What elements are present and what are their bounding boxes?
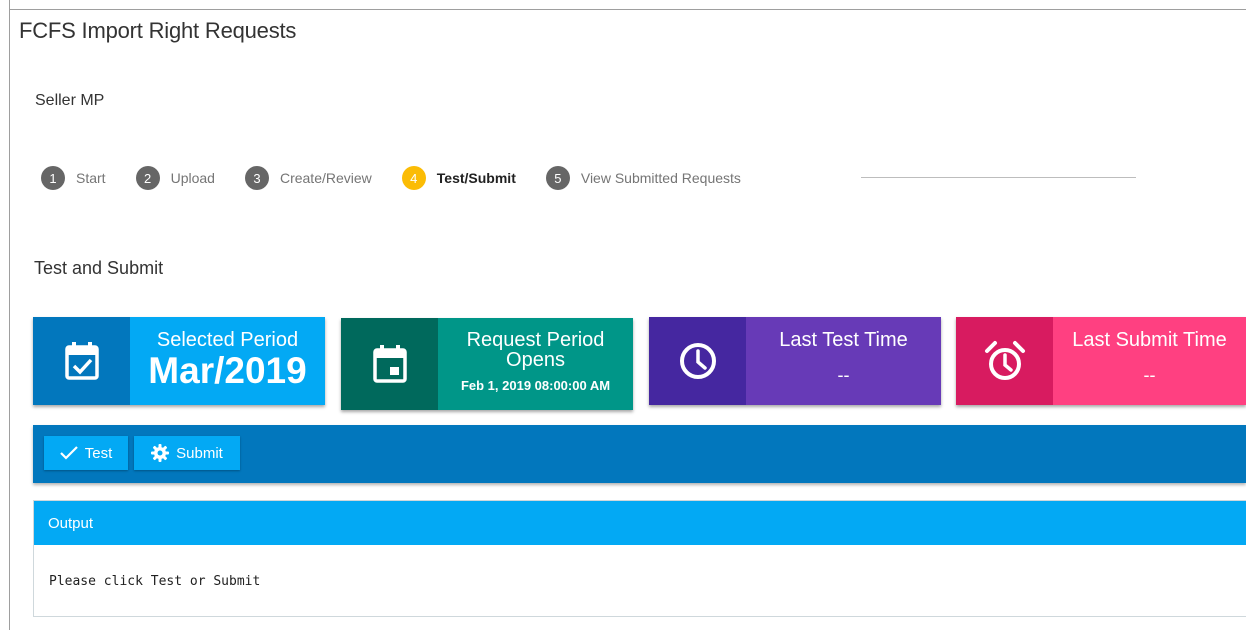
step-view-submitted[interactable]: 5 View Submitted Requests — [545, 166, 741, 190]
section-title: Test and Submit — [34, 258, 164, 278]
request-period-card: Request Period Opens Feb 1, 2019 08:00:0… — [341, 318, 633, 410]
request-period-value: Feb 1, 2019 08:00:00 AM — [460, 378, 611, 393]
last-submit-time-card: Last Submit Time -- — [956, 317, 1246, 405]
submit-button-label: Submit — [176, 444, 223, 462]
step-test-submit[interactable]: 4 Test/Submit — [401, 166, 516, 190]
test-button-label: Test — [84, 444, 113, 462]
page-subtitle: Seller MP — [35, 92, 105, 109]
alarm-clock-icon — [956, 317, 1053, 405]
last-test-time-value: -- — [837, 365, 850, 385]
frame-top-border — [9, 9, 1246, 10]
selected-period-body: Selected Period Mar/2019 — [130, 317, 325, 405]
last-submit-time-body: Last Submit Time -- — [1053, 317, 1246, 405]
request-period-body: Request Period Opens Feb 1, 2019 08:00:0… — [438, 318, 633, 410]
calendar-check-icon — [33, 317, 130, 405]
last-submit-time-label: Last Submit Time — [1072, 329, 1227, 351]
gear-icon — [151, 444, 170, 462]
step-number: 4 — [401, 166, 426, 190]
test-button[interactable]: Test — [44, 436, 128, 470]
selected-period-label: Selected Period — [156, 329, 299, 351]
selected-period-value: Mar/2019 — [148, 350, 307, 391]
step-create-review[interactable]: 3 Create/Review — [244, 166, 372, 190]
step-number: 3 — [244, 166, 269, 190]
checkmark-icon — [59, 446, 78, 460]
request-period-label: Request Period Opens — [466, 329, 605, 371]
step-label: Create/Review — [279, 170, 372, 186]
step-upload[interactable]: 2 Upload — [135, 166, 215, 190]
stepper-connector-line — [861, 177, 1136, 178]
step-label: View Submitted Requests — [580, 170, 741, 186]
output-text: Please click Test or Submit — [49, 574, 261, 589]
page-title: FCFS Import Right Requests — [19, 18, 297, 43]
last-test-time-label: Last Test Time — [779, 329, 908, 351]
step-number: 2 — [135, 166, 160, 190]
output-panel: Output Please click Test or Submit — [33, 500, 1246, 617]
step-label: Start — [76, 170, 106, 186]
step-label: Test/Submit — [436, 170, 516, 186]
stepper: 1 Start 2 Upload 3 Create/Review 4 Test/… — [41, 166, 771, 190]
last-submit-time-value: -- — [1143, 365, 1156, 385]
last-test-time-body: Last Test Time -- — [746, 317, 941, 405]
submit-button[interactable]: Submit — [134, 436, 240, 470]
step-label: Upload — [170, 170, 215, 186]
calendar-event-icon — [341, 318, 438, 410]
step-number: 1 — [41, 166, 65, 190]
selected-period-card: Selected Period Mar/2019 — [33, 317, 325, 405]
last-test-time-card: Last Test Time -- — [649, 317, 941, 405]
action-toolbar: Test Submit — [33, 425, 1246, 483]
frame-left-border — [9, 0, 10, 630]
output-header: Output — [34, 501, 1246, 545]
step-start[interactable]: 1 Start — [41, 166, 106, 190]
step-number: 5 — [545, 166, 570, 190]
clock-icon — [649, 317, 746, 405]
